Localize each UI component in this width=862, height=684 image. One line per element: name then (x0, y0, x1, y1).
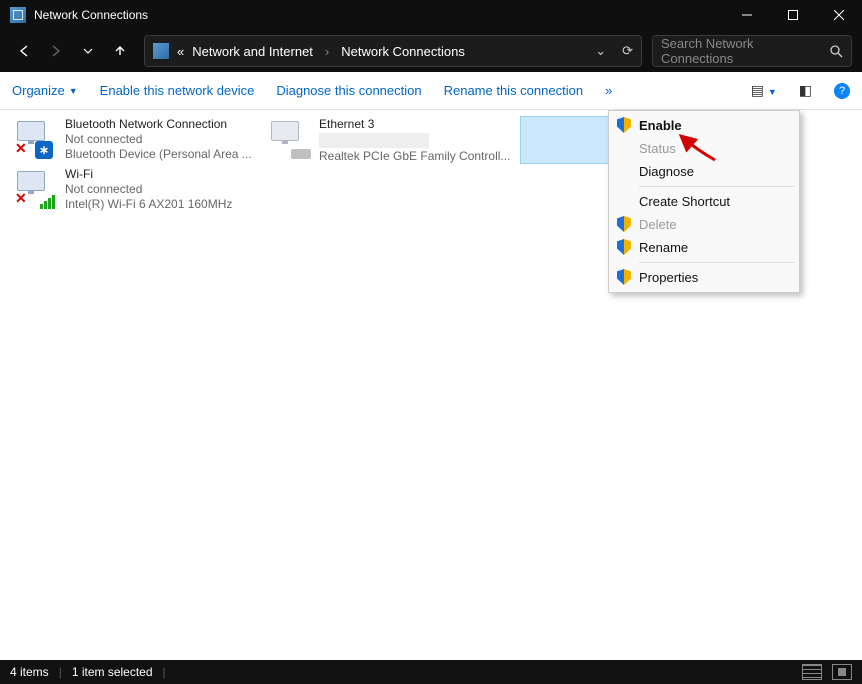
context-status: Status (611, 137, 797, 160)
details-view-button[interactable] (802, 664, 822, 680)
address-bar[interactable]: « Network and Internet › Network Connect… (144, 35, 642, 67)
enable-device-label: Enable this network device (100, 83, 255, 98)
rename-connection-button[interactable]: Rename this connection (444, 83, 583, 98)
connection-detail: Realtek PCIe GbE Family Controll... (319, 149, 510, 164)
bluetooth-adapter-icon: ∗✕ (13, 117, 59, 161)
context-properties-label: Properties (639, 270, 698, 285)
command-bar: Organize ▼ Enable this network device Di… (0, 72, 862, 110)
breadcrumb-network-internet[interactable]: Network and Internet (192, 44, 313, 59)
title-bar: Network Connections (0, 0, 862, 30)
status-divider: | (59, 665, 62, 679)
context-separator (639, 186, 795, 187)
overflow-label: » (605, 83, 612, 98)
context-delete: Delete (611, 213, 797, 236)
shield-icon (617, 216, 631, 232)
connection-name: Wi-Fi (65, 167, 232, 182)
up-button[interactable] (106, 37, 134, 65)
enable-device-button[interactable]: Enable this network device (100, 83, 255, 98)
connection-status: Not connected (65, 132, 252, 147)
context-shortcut-label: Create Shortcut (639, 194, 730, 209)
context-rename-label: Rename (639, 240, 688, 255)
context-rename[interactable]: Rename (611, 236, 797, 259)
context-create-shortcut[interactable]: Create Shortcut (611, 190, 797, 213)
connection-detail: Intel(R) Wi-Fi 6 AX201 160MHz (65, 197, 232, 212)
breadcrumb-prefix: « (177, 44, 184, 59)
connection-item-ethernet[interactable]: Ethernet 3 Realtek PCIe GbE Family Contr… (266, 116, 512, 164)
location-icon (153, 43, 169, 59)
app-icon (10, 7, 26, 23)
organize-button[interactable]: Organize ▼ (12, 83, 78, 98)
context-enable[interactable]: Enable (611, 114, 797, 137)
connection-name: Ethernet 3 (319, 117, 510, 132)
diagnose-connection-button[interactable]: Diagnose this connection (276, 83, 421, 98)
organize-label: Organize (12, 83, 65, 98)
help-button[interactable]: ? (834, 83, 850, 99)
rename-connection-label: Rename this connection (444, 83, 583, 98)
forward-button[interactable] (42, 37, 70, 65)
connection-status (319, 133, 429, 148)
status-selected-count: 1 item selected (72, 665, 153, 679)
minimize-button[interactable] (724, 0, 770, 30)
context-menu: Enable Status Diagnose Create Shortcut D… (608, 110, 800, 293)
context-diagnose-label: Diagnose (639, 164, 694, 179)
context-separator (639, 262, 795, 263)
breadcrumb-separator: › (325, 44, 329, 59)
view-options-button[interactable]: ▤ ▼ (751, 82, 777, 99)
context-status-label: Status (639, 141, 676, 156)
status-bar: 4 items | 1 item selected | (0, 660, 862, 684)
connection-name: Bluetooth Network Connection (65, 117, 252, 132)
search-icon (829, 44, 843, 58)
connection-status: Not connected (65, 182, 232, 197)
recent-locations-button[interactable] (74, 37, 102, 65)
content-area[interactable]: ∗✕ Bluetooth Network Connection Not conn… (0, 110, 862, 660)
navigation-bar: « Network and Internet › Network Connect… (0, 30, 862, 72)
shield-icon (617, 239, 631, 255)
shield-icon (617, 117, 631, 133)
ethernet-adapter-icon (267, 117, 313, 161)
address-dropdown-icon[interactable]: ⌄ (595, 43, 606, 59)
breadcrumb-network-connections[interactable]: Network Connections (341, 44, 465, 59)
preview-pane-button[interactable]: ◧ (799, 82, 812, 99)
back-button[interactable] (10, 37, 38, 65)
chevron-down-icon: ▼ (69, 86, 78, 96)
close-button[interactable] (816, 0, 862, 30)
context-delete-label: Delete (639, 217, 677, 232)
toolbar-overflow-button[interactable]: » (605, 83, 612, 98)
large-icons-view-button[interactable] (832, 664, 852, 680)
window-title: Network Connections (34, 8, 724, 22)
status-divider: | (163, 665, 166, 679)
status-item-count: 4 items (10, 665, 49, 679)
connection-item-wifi[interactable]: ✕ Wi-Fi Not connected Intel(R) Wi-Fi 6 A… (12, 166, 258, 214)
shield-icon (617, 269, 631, 285)
connection-detail: Bluetooth Device (Personal Area ... (65, 147, 252, 162)
wifi-adapter-icon: ✕ (13, 167, 59, 211)
refresh-icon[interactable]: ⟳ (622, 43, 633, 59)
diagnose-connection-label: Diagnose this connection (276, 83, 421, 98)
search-box[interactable]: Search Network Connections (652, 35, 852, 67)
context-properties[interactable]: Properties (611, 266, 797, 289)
maximize-button[interactable] (770, 0, 816, 30)
connection-item-bluetooth[interactable]: ∗✕ Bluetooth Network Connection Not conn… (12, 116, 258, 164)
context-diagnose[interactable]: Diagnose (611, 160, 797, 183)
context-enable-label: Enable (639, 118, 682, 133)
search-placeholder: Search Network Connections (661, 36, 829, 66)
